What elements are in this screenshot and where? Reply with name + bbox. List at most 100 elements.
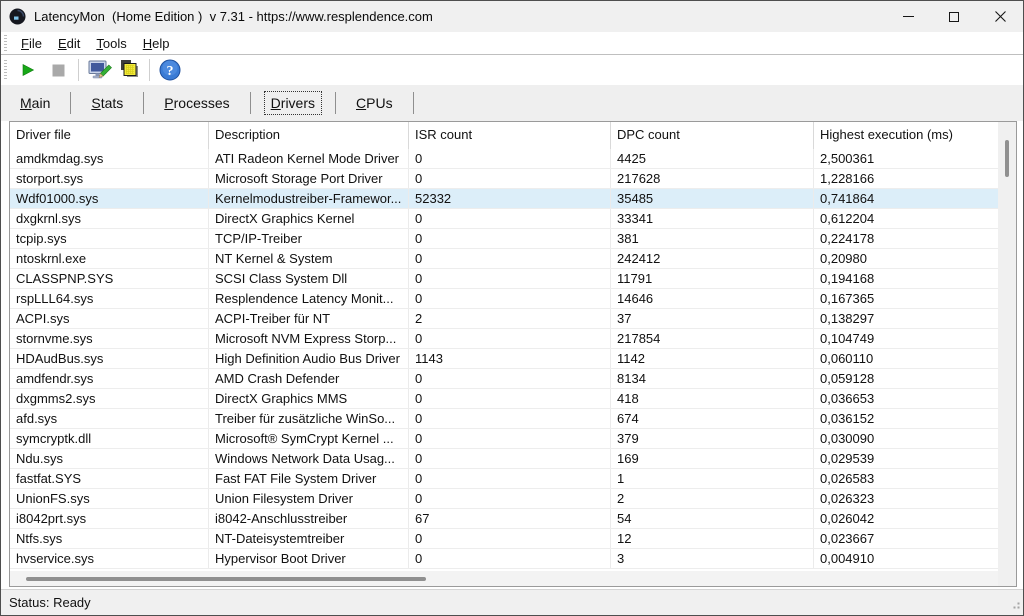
menu-edit[interactable]: Edit	[50, 34, 88, 53]
table-row[interactable]: Ndu.sys Windows Network Data Usag... 0 1…	[10, 449, 998, 469]
table-row[interactable]: i8042prt.sys i8042-Anschlusstreiber 67 5…	[10, 509, 998, 529]
tab-separator	[250, 92, 251, 114]
table-row[interactable]: storport.sys Microsoft Storage Port Driv…	[10, 169, 998, 189]
table-row[interactable]: ntoskrnl.exe NT Kernel & System 0 242412…	[10, 249, 998, 269]
column-header-description[interactable]: Description	[209, 122, 409, 149]
menu-help[interactable]: Help	[135, 34, 178, 53]
cell-driver-file: ntoskrnl.exe	[10, 249, 209, 268]
vertical-scrollbar[interactable]	[998, 122, 1016, 586]
table-row[interactable]: Ntfs.sys NT-Dateisystemtreiber 0 12 0,02…	[10, 529, 998, 549]
column-header-dpc-count[interactable]: DPC count	[611, 122, 814, 149]
cell-highest-execution: 0,138297	[814, 309, 998, 328]
table-row[interactable]: stornvme.sys Microsoft NVM Express Storp…	[10, 329, 998, 349]
cell-isr-count: 0	[409, 529, 611, 548]
cell-isr-count: 0	[409, 549, 611, 568]
monitor-pencil-icon	[87, 58, 112, 82]
cell-driver-file: i8042prt.sys	[10, 509, 209, 528]
cell-highest-execution: 0,059128	[814, 369, 998, 388]
minimize-button[interactable]	[885, 1, 931, 32]
table-row[interactable]: dxgmms2.sys DirectX Graphics MMS 0 418 0…	[10, 389, 998, 409]
cell-dpc-count: 3	[611, 549, 814, 568]
cell-driver-file: symcryptk.dll	[10, 429, 209, 448]
cell-isr-count: 0	[409, 429, 611, 448]
cell-dpc-count: 217854	[611, 329, 814, 348]
column-header-highest-execution[interactable]: Highest execution (ms)	[814, 122, 998, 149]
cell-isr-count: 0	[409, 169, 611, 188]
stop-icon	[52, 64, 65, 77]
svg-text:?: ?	[167, 64, 174, 79]
table-row[interactable]: rspLLL64.sys Resplendence Latency Monit.…	[10, 289, 998, 309]
tab-drivers[interactable]: Drivers	[262, 91, 324, 115]
cell-dpc-count: 242412	[611, 249, 814, 268]
cell-description: Treiber für zusätzliche WinSo...	[209, 409, 409, 428]
cell-dpc-count: 379	[611, 429, 814, 448]
drivers-table: Driver file Description ISR count DPC co…	[9, 121, 1017, 587]
cell-highest-execution: 0,026042	[814, 509, 998, 528]
cell-highest-execution: 0,224178	[814, 229, 998, 248]
stop-monitor-button[interactable]	[43, 57, 73, 83]
cell-highest-execution: 0,029539	[814, 449, 998, 468]
maximize-button[interactable]	[931, 1, 977, 32]
window-title: LatencyMon (Home Edition ) v 7.31 - http…	[34, 9, 885, 24]
tab-main[interactable]: Main	[11, 91, 59, 115]
table-row[interactable]: CLASSPNP.SYS SCSI Class System Dll 0 117…	[10, 269, 998, 289]
help-icon: ?	[159, 59, 181, 81]
cell-description: Kernelmodustreiber-Framewor...	[209, 189, 409, 208]
tab-processes[interactable]: Processes	[155, 91, 238, 115]
table-row[interactable]: Wdf01000.sys Kernelmodustreiber-Framewor…	[10, 189, 998, 209]
menu-file[interactable]: File	[13, 34, 50, 53]
table-row[interactable]: HDAudBus.sys High Definition Audio Bus D…	[10, 349, 998, 369]
cell-isr-count: 0	[409, 149, 611, 168]
cell-driver-file: hvservice.sys	[10, 549, 209, 568]
cell-driver-file: ACPI.sys	[10, 309, 209, 328]
table-row[interactable]: ACPI.sys ACPI-Treiber für NT 2 37 0,1382…	[10, 309, 998, 329]
cell-dpc-count: 4425	[611, 149, 814, 168]
tab-cpus[interactable]: CPUs	[347, 91, 402, 115]
table-row[interactable]: hvservice.sys Hypervisor Boot Driver 0 3…	[10, 549, 998, 569]
cell-highest-execution: 0,741864	[814, 189, 998, 208]
cell-highest-execution: 0,612204	[814, 209, 998, 228]
tab-separator	[413, 92, 414, 114]
cell-isr-count: 0	[409, 249, 611, 268]
tab-stats[interactable]: Stats	[82, 91, 132, 115]
resize-grip[interactable]	[1010, 597, 1020, 612]
table-row[interactable]: afd.sys Treiber für zusätzliche WinSo...…	[10, 409, 998, 429]
column-header-driver-file[interactable]: Driver file	[10, 122, 209, 149]
cell-description: TCP/IP-Treiber	[209, 229, 409, 248]
table-row[interactable]: amdfendr.sys AMD Crash Defender 0 8134 0…	[10, 369, 998, 389]
vertical-scrollbar-thumb[interactable]	[1005, 140, 1009, 177]
close-button[interactable]	[977, 1, 1023, 32]
cell-description: NT Kernel & System	[209, 249, 409, 268]
toolbar: ?	[1, 55, 1023, 85]
horizontal-scrollbar[interactable]	[10, 571, 998, 586]
column-header-isr-count[interactable]: ISR count	[409, 122, 611, 149]
cell-highest-execution: 0,026323	[814, 489, 998, 508]
cell-highest-execution: 0,026583	[814, 469, 998, 488]
table-row[interactable]: dxgkrnl.sys DirectX Graphics Kernel 0 33…	[10, 209, 998, 229]
toolbar-grip[interactable]	[4, 60, 7, 81]
table-row[interactable]: symcryptk.dll Microsoft® SymCrypt Kernel…	[10, 429, 998, 449]
cell-highest-execution: 0,194168	[814, 269, 998, 288]
table-row[interactable]: UnionFS.sys Union Filesystem Driver 0 2 …	[10, 489, 998, 509]
table-body: amdkmdag.sys ATI Radeon Kernel Mode Driv…	[10, 149, 998, 569]
windows-button[interactable]	[114, 57, 144, 83]
cell-highest-execution: 0,004910	[814, 549, 998, 568]
latencymon-window: LatencyMon (Home Edition ) v 7.31 - http…	[0, 0, 1024, 616]
start-monitor-button[interactable]	[13, 57, 43, 83]
menu-tools[interactable]: Tools	[88, 34, 134, 53]
help-button[interactable]: ?	[155, 57, 185, 83]
tab-separator	[335, 92, 336, 114]
edit-report-button[interactable]	[84, 57, 114, 83]
cell-isr-count: 52332	[409, 189, 611, 208]
table-row[interactable]: fastfat.SYS Fast FAT File System Driver …	[10, 469, 998, 489]
table-row[interactable]: tcpip.sys TCP/IP-Treiber 0 381 0,224178	[10, 229, 998, 249]
table-row[interactable]: amdkmdag.sys ATI Radeon Kernel Mode Driv…	[10, 149, 998, 169]
cell-driver-file: CLASSPNP.SYS	[10, 269, 209, 288]
menubar-grip[interactable]	[4, 35, 7, 50]
app-icon	[9, 8, 26, 25]
horizontal-scrollbar-thumb[interactable]	[26, 577, 426, 581]
cell-highest-execution: 0,030090	[814, 429, 998, 448]
cell-isr-count: 0	[409, 209, 611, 228]
cell-highest-execution: 0,167365	[814, 289, 998, 308]
cell-driver-file: amdkmdag.sys	[10, 149, 209, 168]
